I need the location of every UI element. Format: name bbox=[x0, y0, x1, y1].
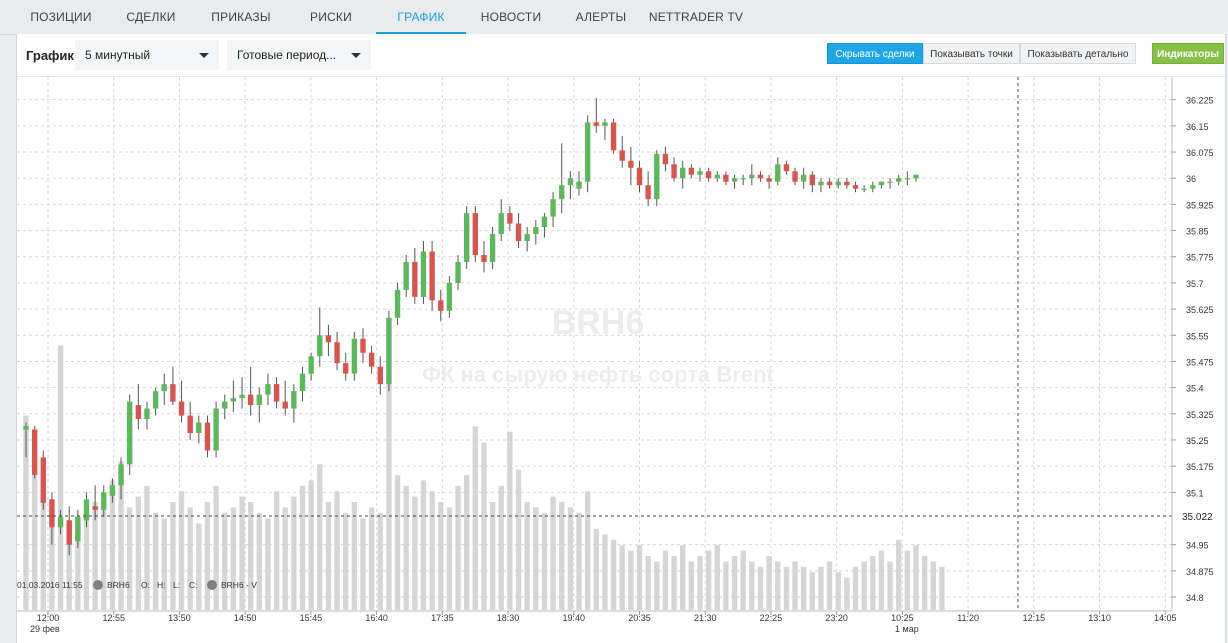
period-select[interactable]: Готовые период... bbox=[227, 40, 371, 70]
tab-orders[interactable]: ПРИКАЗЫ bbox=[198, 0, 284, 34]
tab-chart[interactable]: ГРАФИК bbox=[376, 0, 466, 34]
interval-value: 5 минутный bbox=[85, 48, 151, 62]
tab-risks[interactable]: РИСКИ bbox=[292, 0, 370, 34]
chart-label: График bbox=[26, 48, 74, 63]
show-points-button[interactable]: Показывать точки bbox=[923, 43, 1020, 64]
hide-trades-button[interactable]: Скрывать сделки bbox=[827, 43, 923, 64]
indicators-button[interactable]: Индикаторы bbox=[1152, 43, 1224, 64]
interval-select[interactable]: 5 минутный bbox=[75, 40, 219, 70]
chevron-down-icon bbox=[351, 53, 361, 58]
show-detail-button[interactable]: Показывать детально bbox=[1020, 43, 1136, 64]
period-value: Готовые период... bbox=[237, 48, 337, 62]
tab-news[interactable]: НОВОСТИ bbox=[472, 0, 550, 34]
tab-nettrader-tv[interactable]: NETTRADER TV bbox=[648, 0, 744, 34]
tab-alerts[interactable]: АЛЕРТЫ bbox=[560, 0, 642, 34]
chevron-down-icon bbox=[199, 53, 209, 58]
chart-toolbar: График 5 минутный Готовые период... Скры… bbox=[17, 34, 1225, 77]
top-navigation: ПОЗИЦИИ СДЕЛКИ ПРИКАЗЫ РИСКИ ГРАФИК НОВО… bbox=[0, 0, 1228, 35]
tab-positions[interactable]: ПОЗИЦИИ bbox=[18, 0, 104, 34]
chart-panel: График 5 минутный Готовые период... Скры… bbox=[16, 34, 1226, 643]
tab-trades[interactable]: СДЕЛКИ bbox=[112, 0, 190, 34]
